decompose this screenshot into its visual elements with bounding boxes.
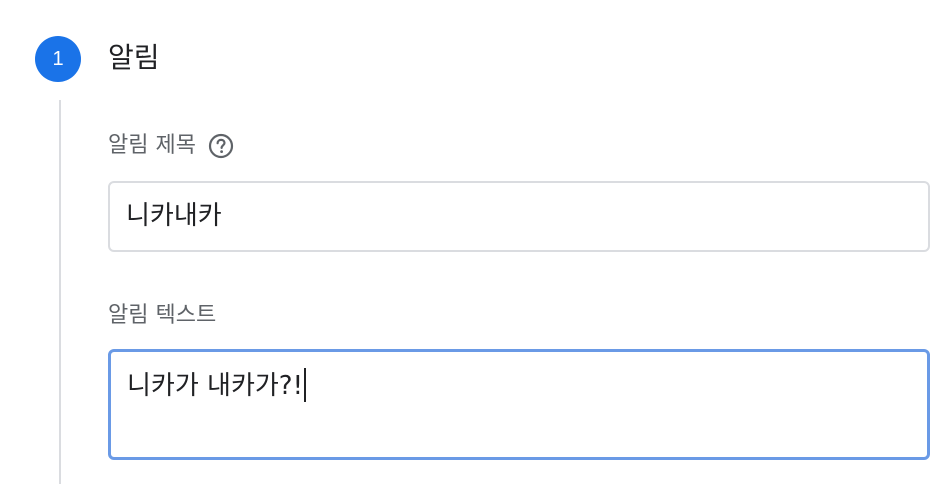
step-title: 알림	[108, 41, 160, 74]
notification-text-label-row: 알림 텍스트	[108, 301, 216, 331]
notification-title-label-row: 알림 제목	[108, 131, 234, 161]
text-cursor	[304, 367, 307, 402]
notification-text-input[interactable]: 니카가 내카가?!	[108, 349, 930, 460]
notification-text-value: 니카가 내카가?!	[127, 371, 304, 401]
help-circle-icon[interactable]	[208, 133, 234, 159]
notification-title-label: 알림 제목	[108, 133, 196, 158]
notification-title-input[interactable]: 니카내카	[108, 181, 930, 252]
step-connector-line	[59, 100, 61, 484]
notification-text-label: 알림 텍스트	[108, 303, 217, 328]
notification-title-value: 니카내카	[126, 201, 222, 231]
step-number-badge: 1	[35, 36, 81, 82]
step-number: 1	[52, 48, 64, 70]
notification-compose-section: 1 알림 알림 제목 니카내카 알림 텍스트 니카가 내카가?!	[0, 0, 950, 484]
